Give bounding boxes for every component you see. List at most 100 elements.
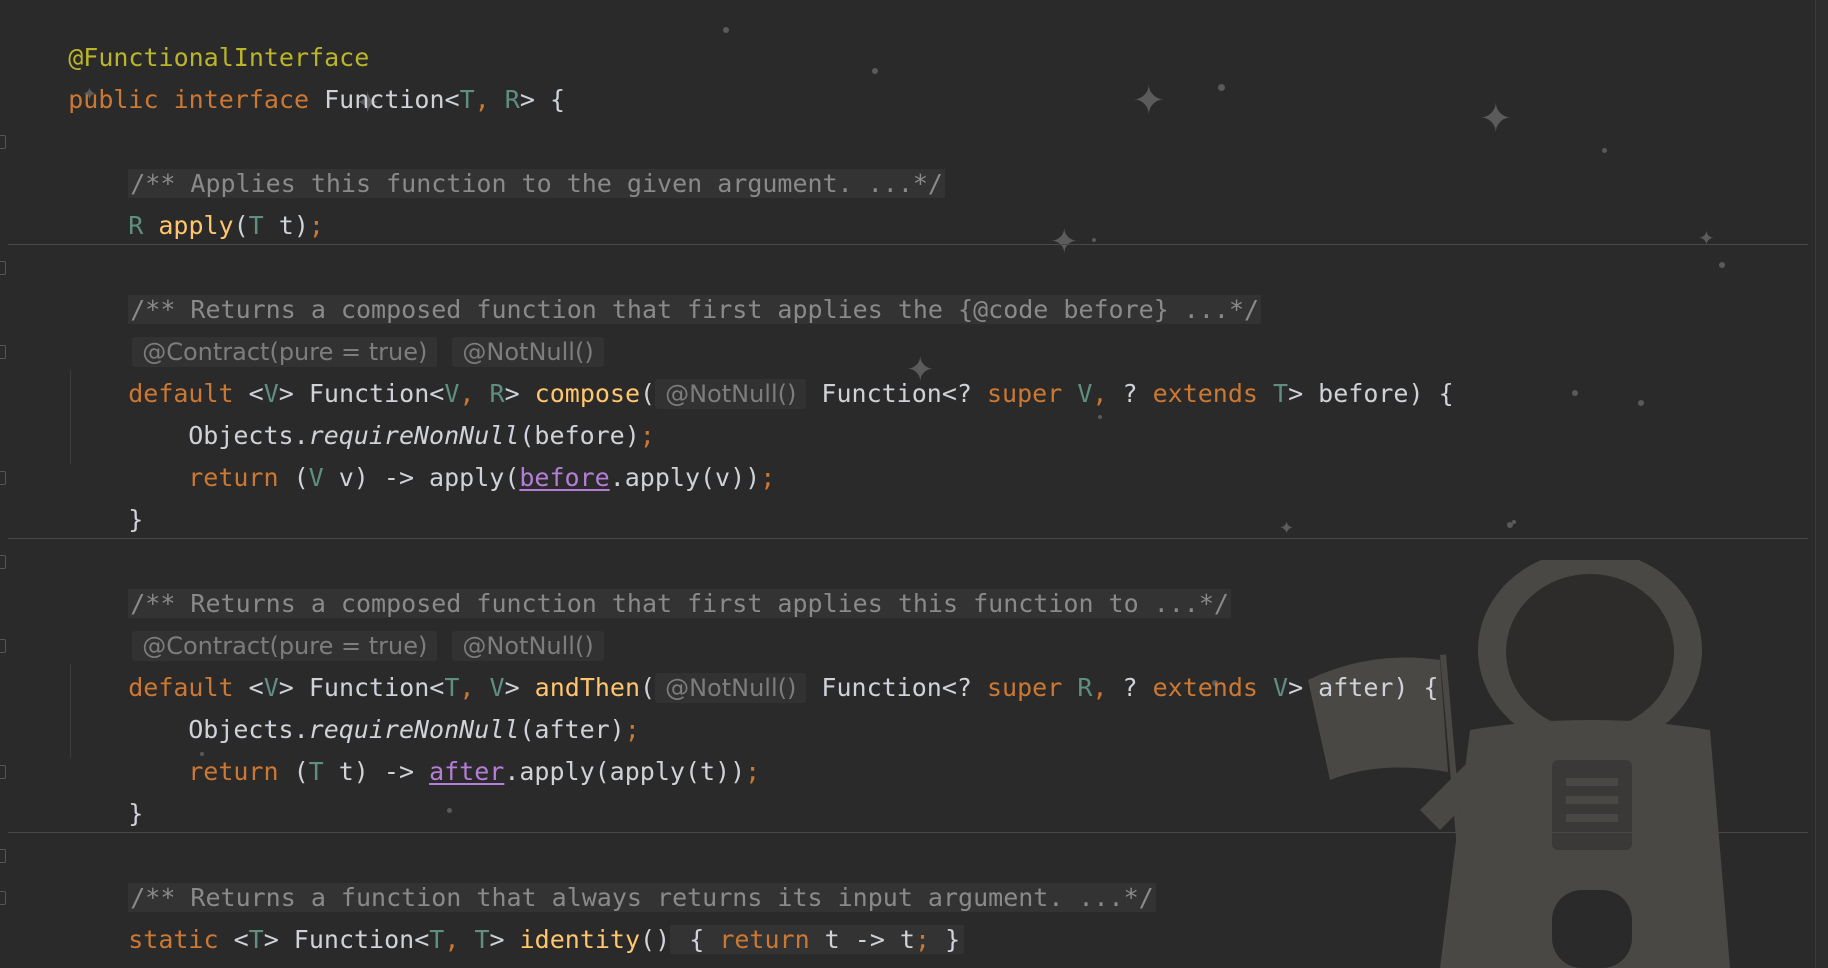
semicolon: ;	[914, 925, 931, 954]
fold-marker[interactable]	[0, 555, 6, 569]
punctuation: (	[278, 463, 309, 492]
type-param: V	[1257, 673, 1289, 702]
type-param: T	[459, 85, 475, 114]
param: > before) {	[1288, 379, 1454, 408]
code-line[interactable]: /** Returns a function that always retur…	[68, 835, 1156, 912]
punctuation: (	[278, 757, 309, 786]
code-line[interactable]: default <V> Function<V, R> compose(@NotN…	[68, 331, 1454, 409]
call: .apply(apply(t))	[504, 757, 746, 786]
code-line[interactable]: /** Returns a composed function that fir…	[68, 541, 1231, 618]
fold-marker[interactable]	[0, 639, 6, 653]
semicolon: ;	[745, 757, 761, 786]
method-separator	[8, 538, 1808, 539]
code-line: @Contract(pure = true) @NotNull()	[72, 289, 604, 367]
method-separator	[8, 832, 1808, 833]
type-param: T	[308, 757, 324, 786]
star	[872, 68, 878, 74]
code-line[interactable]: Objects.requireNonNull(after);	[128, 667, 640, 744]
star	[1512, 520, 1516, 524]
code-line[interactable]: /** Applies this function to the given a…	[68, 121, 945, 198]
closing-brace: }	[128, 505, 144, 534]
punctuation: >	[519, 85, 535, 114]
star	[1638, 400, 1644, 406]
wildcard: ?	[1107, 673, 1153, 702]
inferred-annotation: @NotNull()	[655, 379, 807, 409]
code-line[interactable]: }	[8, 919, 83, 968]
fold-marker[interactable]	[0, 135, 6, 149]
code-line[interactable]: R apply(T t);	[68, 163, 324, 240]
folded-body[interactable]: { return t -> t; }	[670, 925, 965, 954]
star	[1719, 262, 1725, 268]
interface-name: Function	[324, 85, 445, 114]
punctuation: {	[534, 85, 566, 114]
lambda: t) ->	[323, 757, 430, 786]
type-param: T	[1257, 379, 1289, 408]
keyword: static	[128, 925, 219, 954]
code-line[interactable]: default <V> Function<T, V> andThen(@NotN…	[68, 625, 1439, 703]
type-param: T	[429, 925, 445, 954]
closing-brace: }	[128, 799, 144, 828]
type-param: T	[248, 211, 264, 240]
punctuation: <	[444, 85, 460, 114]
captured-variable[interactable]: after	[429, 757, 504, 786]
inferred-annotation: @NotNull()	[655, 673, 807, 703]
semicolon: ;	[760, 463, 776, 492]
fold-marker[interactable]	[0, 765, 6, 779]
punctuation: }	[930, 925, 961, 954]
keyword: super	[987, 673, 1063, 702]
code-line[interactable]: return (T t) -> after.apply(apply(t));	[128, 709, 760, 786]
star	[1092, 238, 1096, 242]
punctuation: ,	[1092, 673, 1108, 702]
call: .apply(v))	[609, 463, 761, 492]
star	[723, 27, 729, 33]
type-param: T	[248, 925, 264, 954]
star	[1218, 84, 1225, 91]
fold-marker[interactable]	[0, 471, 6, 485]
type-param: V	[308, 463, 324, 492]
lambda: v) -> apply(	[323, 463, 520, 492]
keyword: extends	[1152, 673, 1258, 702]
code-line[interactable]: @FunctionalInterface	[8, 0, 369, 72]
fold-marker[interactable]	[0, 345, 6, 359]
fold-marker[interactable]	[0, 891, 6, 905]
type-param: R	[1062, 673, 1093, 702]
fold-marker[interactable]	[0, 849, 6, 863]
type-name: > Function<	[263, 925, 430, 954]
punctuation: (	[233, 211, 249, 240]
code-line[interactable]: /** Returns a composed function that fir…	[68, 247, 1262, 324]
code-line[interactable]: return (V v) -> apply(before.apply(v));	[128, 415, 775, 492]
semicolon: ;	[308, 211, 324, 240]
punctuation: ,	[474, 85, 490, 114]
star	[447, 808, 452, 813]
keyword: return	[188, 463, 279, 492]
param: > after) {	[1288, 673, 1439, 702]
type-name: Function<?	[806, 673, 987, 702]
code-line[interactable]: static <T> Function<T, T> identity() { r…	[68, 877, 965, 954]
wildcard: ?	[1107, 379, 1153, 408]
astronaut-illustration	[1308, 560, 1730, 968]
punctuation: )	[293, 211, 309, 240]
method-name: identity	[519, 925, 641, 954]
method-name: apply	[158, 211, 234, 240]
punctuation: ,	[1092, 379, 1108, 408]
type-name: Function<?	[806, 379, 987, 408]
fold-marker[interactable]	[0, 261, 6, 275]
sparkle: ✦	[1132, 78, 1166, 124]
punctuation: {	[674, 925, 720, 954]
captured-variable[interactable]: before	[519, 463, 609, 492]
sparkle: ✦	[1479, 96, 1513, 142]
keyword: return	[188, 757, 279, 786]
type-param: V	[1062, 379, 1093, 408]
code-editor[interactable]: ✦ ✦ ✦ ✦ ✦ ✦ ✦ ✦ ✦	[0, 0, 1828, 968]
code-line[interactable]: }	[68, 457, 143, 534]
code-line[interactable]: Objects.requireNonNull(before);	[128, 373, 655, 450]
star	[1572, 390, 1578, 396]
type-param: T	[459, 925, 490, 954]
code-line[interactable]: }	[68, 751, 143, 828]
keyword: extends	[1152, 379, 1258, 408]
star	[1098, 415, 1102, 419]
code-line[interactable]: public interface Function<T, R> {	[8, 37, 565, 114]
sparkle: ✦	[1279, 518, 1295, 539]
vertical-scrollbar[interactable]	[1816, 0, 1828, 968]
sparkle: ✦	[1698, 226, 1715, 250]
